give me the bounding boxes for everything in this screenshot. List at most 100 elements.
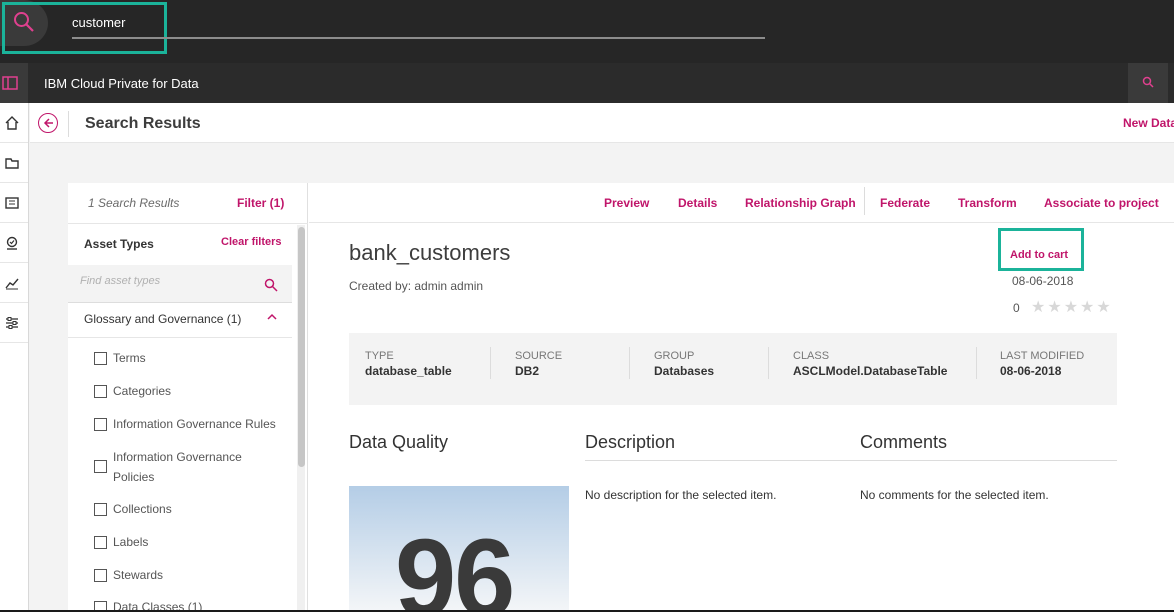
preview-tab[interactable]: Preview: [604, 196, 649, 210]
meta-source: SOURCE DB2: [515, 350, 562, 378]
filter-item-information-governance-policies[interactable]: Information Governance Policies: [94, 450, 253, 487]
divider: [768, 347, 769, 379]
meta-key: TYPE: [365, 350, 394, 362]
divider: [490, 347, 491, 379]
checkbox[interactable]: [94, 352, 107, 365]
star-rating[interactable]: ★★★★★: [1031, 297, 1113, 317]
filter-item-label: Terms: [113, 351, 146, 365]
chevron-up-icon[interactable]: [267, 313, 277, 321]
meta-key: CLASS: [793, 350, 830, 362]
filter-item-information-governance-rules[interactable]: Information Governance Rules: [94, 417, 293, 434]
created-by: Created by: admin admin: [349, 279, 484, 293]
app-header: IBM Cloud Private for Data: [0, 63, 1174, 103]
nav-governance[interactable]: [0, 223, 28, 263]
nav-catalog[interactable]: [0, 183, 28, 223]
folder-icon: [5, 158, 19, 169]
settings-sliders-icon: [6, 317, 18, 329]
divider: [68, 337, 292, 338]
data-quality-panel: 96: [349, 486, 569, 612]
new-data-link[interactable]: New Data: [1123, 116, 1174, 130]
find-asset-types-input[interactable]: [80, 275, 250, 287]
search-input[interactable]: customer: [72, 15, 125, 30]
home-icon: [5, 116, 19, 130]
rating-count: 0: [1013, 301, 1020, 315]
action-bar: Preview Details Relationship Graph Feder…: [309, 183, 1174, 223]
checkbox[interactable]: [94, 418, 107, 431]
description-heading: Description: [585, 432, 676, 452]
nav-settings[interactable]: [0, 303, 28, 343]
filter-item-label: Information Governance Rules: [113, 417, 276, 431]
search-icon: [1142, 76, 1154, 88]
meta-value: ASCLModel.DatabaseTable: [793, 364, 948, 378]
asset-name: bank_customers: [349, 240, 511, 265]
checkbox[interactable]: [94, 503, 107, 516]
side-panel-toggle[interactable]: [0, 63, 28, 103]
meta-type: TYPE database_table: [365, 350, 452, 378]
filter-item-labels[interactable]: Labels: [94, 535, 253, 552]
asset-date: 08-06-2018: [1012, 274, 1074, 288]
divider: [976, 347, 977, 379]
back-arrow-icon: [43, 118, 53, 128]
divider: [864, 187, 865, 215]
filter-item-stewards[interactable]: Stewards: [94, 568, 253, 585]
page-title: Search Results: [85, 115, 201, 132]
data-quality-heading: Data Quality: [349, 432, 449, 452]
asset-metadata: TYPE database_table SOURCE DB2 GROUP Databa…: [349, 333, 1117, 405]
meta-class: CLASS ASCLModel.DatabaseTable: [793, 350, 947, 378]
associate-to-project-button[interactable]: Associate to project: [1044, 196, 1159, 210]
catalog-icon: [5, 197, 19, 209]
meta-value: 08-06-2018: [1000, 364, 1062, 378]
filter-item-label: Information Governance Policies: [113, 450, 242, 484]
filter-item-label: Stewards: [113, 568, 164, 582]
data-quality-score: 96: [395, 517, 515, 612]
clear-filters-button[interactable]: Clear filters: [221, 236, 282, 248]
back-button[interactable]: [38, 113, 58, 133]
checkbox[interactable]: [94, 569, 107, 582]
meta-key: GROUP: [654, 350, 695, 362]
divider: [68, 111, 69, 137]
header-search-button[interactable]: [1128, 63, 1168, 103]
filter-item-label: Collections: [113, 502, 172, 516]
page-title-bar: Search Results New Data: [30, 103, 1174, 143]
divider: [585, 460, 1117, 461]
meta-key: LAST MODIFIED: [1000, 350, 1085, 362]
asset-types-heading: Asset Types: [84, 237, 154, 251]
transform-button[interactable]: Transform: [958, 196, 1017, 210]
meta-value: database_table: [365, 364, 452, 378]
meta-value: DB2: [515, 364, 540, 378]
meta-value: Databases: [654, 364, 715, 378]
details-tab[interactable]: Details: [678, 196, 717, 210]
add-to-cart-button[interactable]: Add to cart: [1010, 249, 1068, 261]
side-panel-icon: [2, 76, 18, 90]
search-input-underline: [72, 37, 765, 39]
checkbox[interactable]: [94, 385, 107, 398]
search-icon[interactable]: [264, 278, 278, 292]
filter-panel: 1 Search Results Filter (1) Asset Types …: [68, 183, 308, 612]
checkbox[interactable]: [94, 460, 107, 473]
comments-text: No comments for the selected item.: [860, 488, 1049, 502]
relationship-graph-tab[interactable]: Relationship Graph: [745, 196, 856, 210]
checkbox[interactable]: [94, 536, 107, 549]
search-results-card: 1 Search Results Filter (1) Asset Types …: [68, 183, 1174, 612]
glossary-governance-group[interactable]: Glossary and Governance (1): [84, 312, 241, 326]
nav-analytics[interactable]: [0, 263, 28, 303]
meta-last-modified: LAST MODIFIED 08-06-2018: [1000, 350, 1084, 378]
filter-item-collections[interactable]: Collections: [94, 502, 253, 519]
filter-item-categories[interactable]: Categories: [94, 384, 253, 401]
filter-button[interactable]: Filter (1): [237, 196, 284, 210]
divider: [68, 223, 308, 224]
federate-button[interactable]: Federate: [880, 196, 930, 210]
left-nav-rail: [0, 103, 29, 612]
nav-folder[interactable]: [0, 143, 28, 183]
analytics-icon: [5, 278, 19, 290]
filter-item-label: Labels: [113, 535, 149, 549]
app-title: IBM Cloud Private for Data: [44, 76, 199, 91]
filter-item-label: Categories: [113, 384, 172, 398]
meta-group: GROUP Databases: [654, 350, 714, 378]
scrollbar-thumb[interactable]: [298, 227, 305, 467]
filter-item-terms[interactable]: Terms: [94, 351, 253, 368]
find-asset-types-box: [68, 265, 292, 303]
result-count: 1 Search Results: [88, 196, 180, 210]
nav-home[interactable]: [0, 103, 28, 143]
meta-key: SOURCE: [515, 350, 563, 362]
